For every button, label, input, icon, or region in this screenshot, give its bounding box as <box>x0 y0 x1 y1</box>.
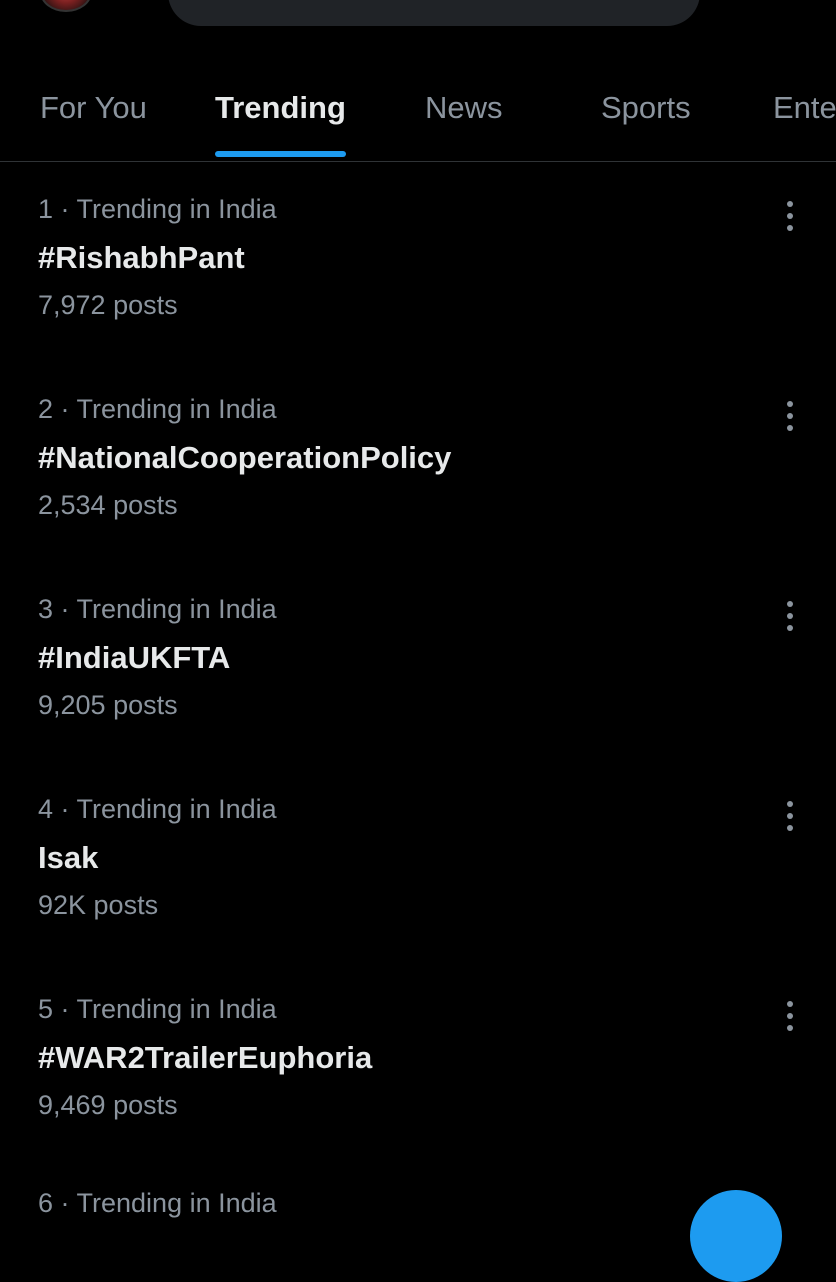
trend-meta: 5 · Trending in India <box>38 994 277 1024</box>
tab-bar: For You Trending News Sports Ente <box>0 60 836 162</box>
tab-entertainment[interactable]: Ente <box>773 60 836 161</box>
tab-label: Trending <box>215 90 346 125</box>
tab-label: For You <box>40 90 147 125</box>
compose-icon[interactable] <box>690 1190 782 1282</box>
trend-post-count: 92K posts <box>38 890 159 920</box>
trend-meta: 1 · Trending in India <box>38 194 277 224</box>
tab-for-you[interactable]: For You <box>40 60 147 161</box>
trend-post-count: 9,469 posts <box>38 1090 178 1120</box>
trend-item[interactable]: 1 · Trending in India #RishabhPant 7,972… <box>0 194 836 394</box>
active-tab-indicator <box>215 151 346 157</box>
tab-sports[interactable]: Sports <box>601 60 691 161</box>
trend-meta: 3 · Trending in India <box>38 594 277 624</box>
top-bar <box>0 0 836 30</box>
more-options-icon[interactable] <box>776 194 804 238</box>
trend-name: #IndiaUKFTA <box>38 640 231 675</box>
trend-item[interactable]: 3 · Trending in India #IndiaUKFTA 9,205 … <box>0 594 836 794</box>
more-options-icon[interactable] <box>776 994 804 1038</box>
trend-name: #NationalCooperationPolicy <box>38 440 452 475</box>
tab-label: Sports <box>601 90 691 125</box>
tab-trending[interactable]: Trending <box>215 60 346 161</box>
avatar[interactable] <box>40 0 92 12</box>
more-options-icon[interactable] <box>776 594 804 638</box>
trend-item[interactable]: 4 · Trending in India Isak 92K posts <box>0 794 836 994</box>
trend-meta: 4 · Trending in India <box>38 794 277 824</box>
search-input[interactable] <box>168 0 700 26</box>
trend-name: #WAR2TrailerEuphoria <box>38 1040 373 1075</box>
trend-meta: 2 · Trending in India <box>38 394 277 424</box>
trend-post-count: 2,534 posts <box>38 490 178 520</box>
trend-post-count: 9,205 posts <box>38 690 178 720</box>
trend-name: Isak <box>38 840 99 875</box>
trend-name: #RishabhPant <box>38 240 245 275</box>
tab-news[interactable]: News <box>425 60 503 161</box>
more-options-icon[interactable] <box>776 794 804 838</box>
tab-label: Ente <box>773 90 836 125</box>
more-options-icon[interactable] <box>776 394 804 438</box>
tab-label: News <box>425 90 503 125</box>
trend-meta-partial: 6 · Trending in India <box>38 1188 277 1218</box>
trend-post-count: 7,972 posts <box>38 290 178 320</box>
gear-icon[interactable] <box>760 0 800 10</box>
trend-item[interactable]: 2 · Trending in India #NationalCooperati… <box>0 394 836 594</box>
trend-item[interactable]: 5 · Trending in India #WAR2TrailerEuphor… <box>0 994 836 1194</box>
